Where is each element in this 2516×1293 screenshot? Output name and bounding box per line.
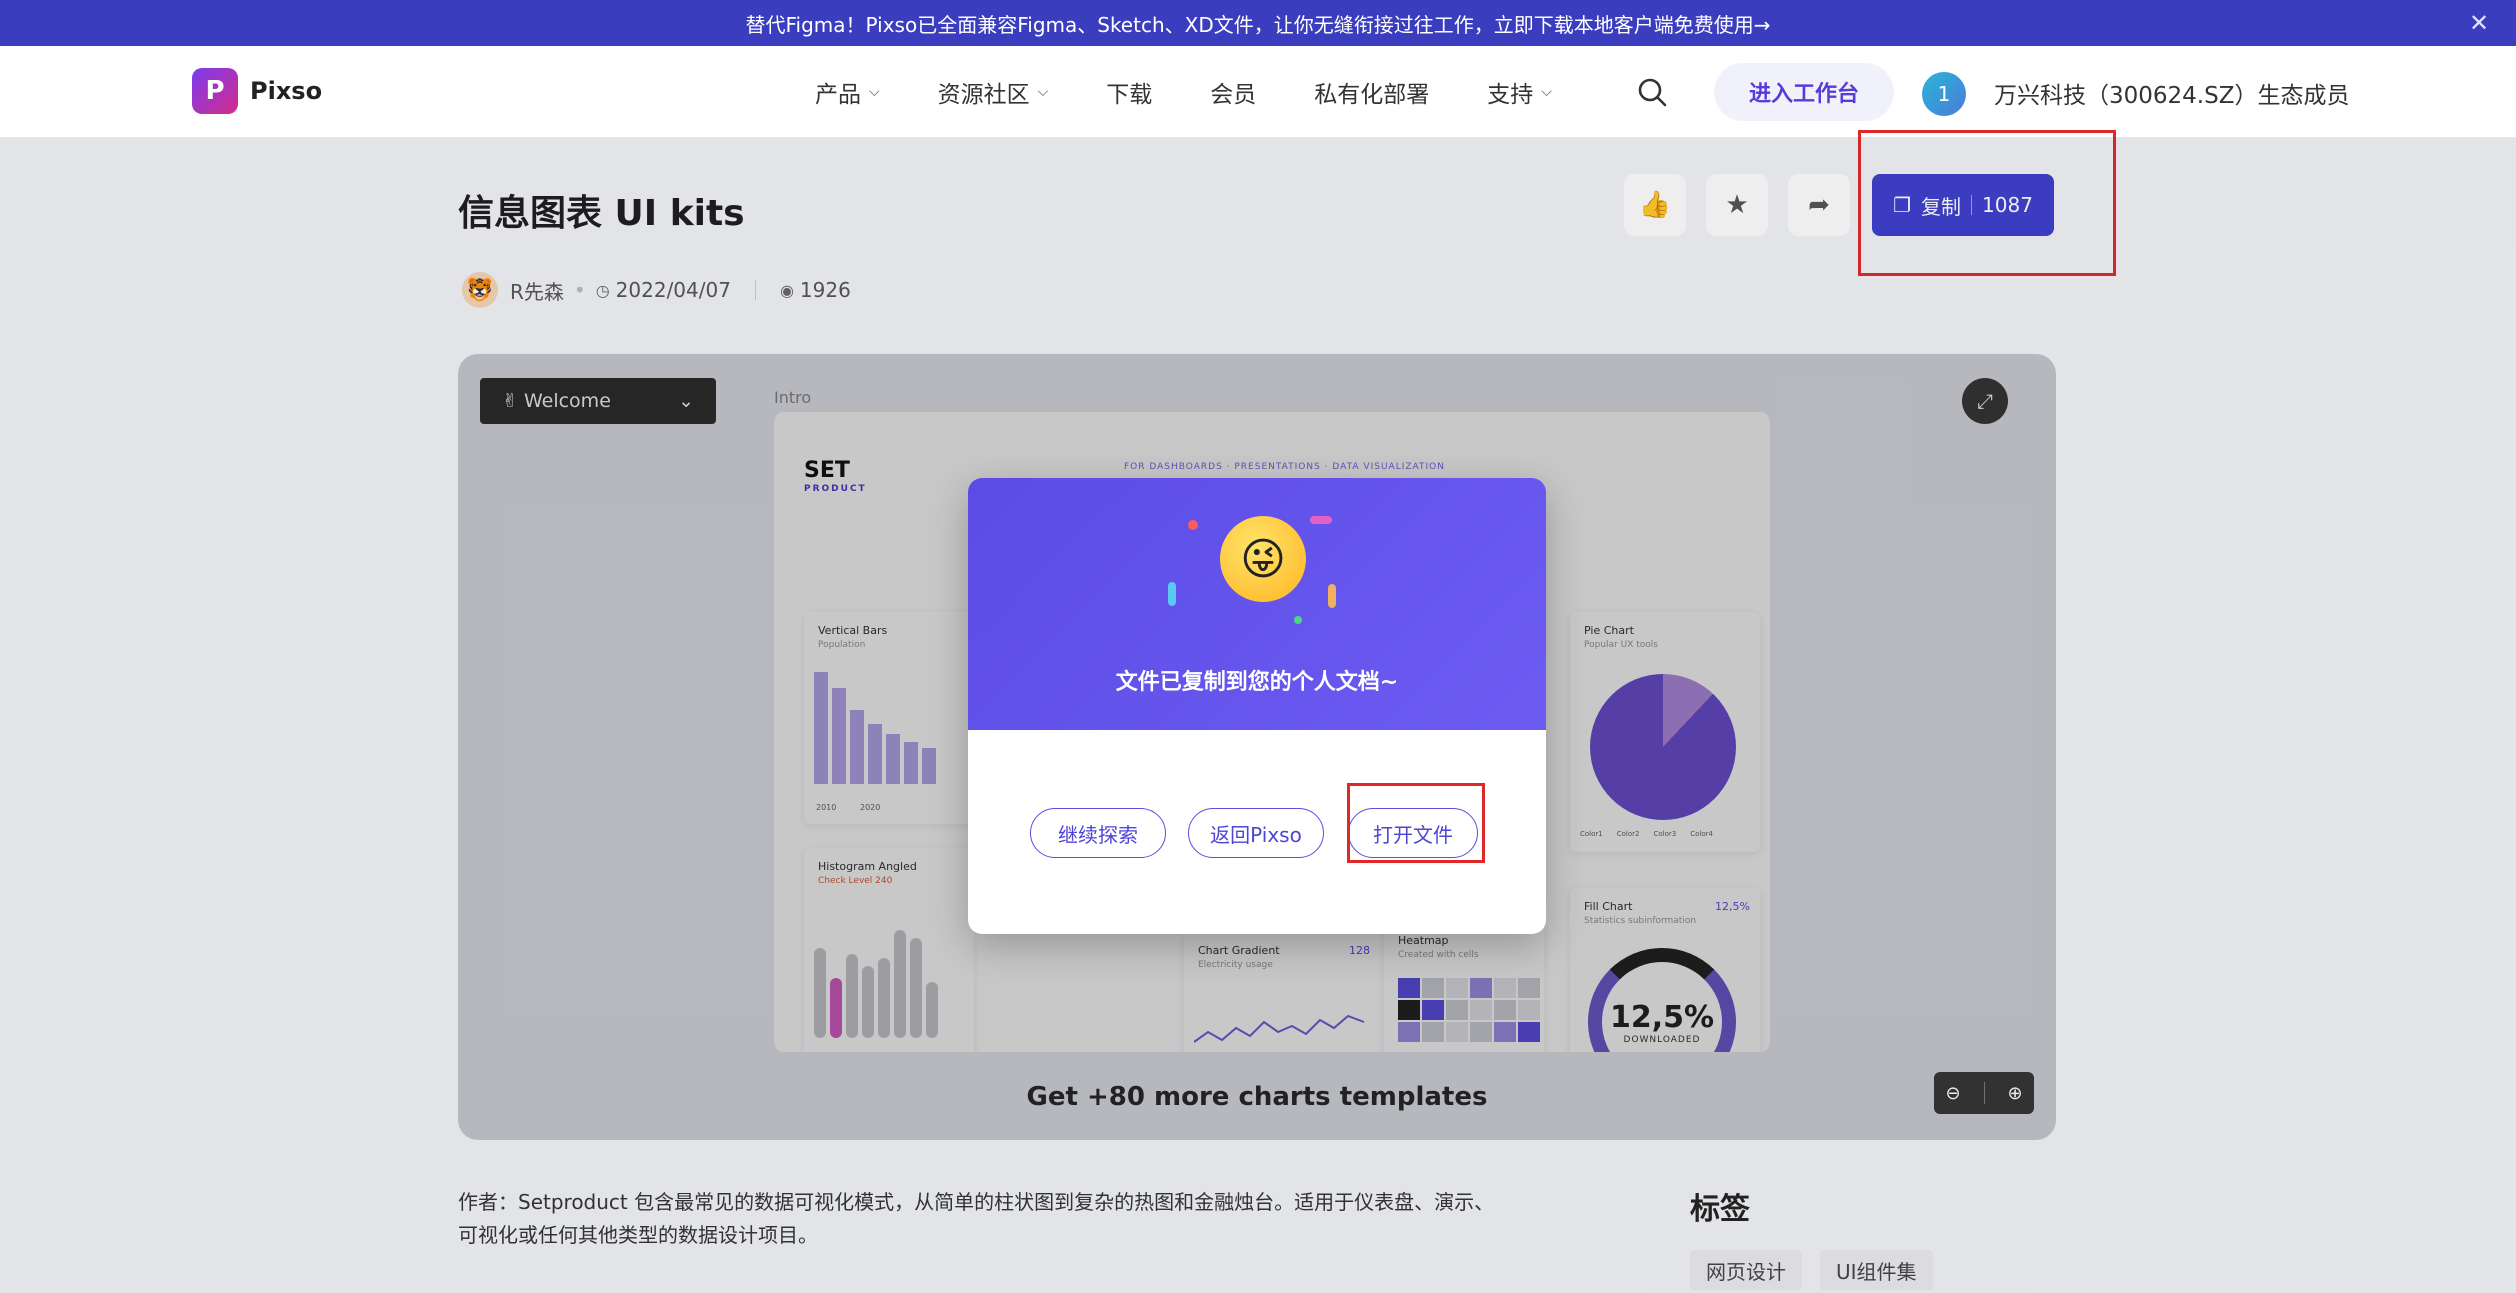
favorite-button[interactable]: ★ — [1706, 174, 1768, 236]
zoom-controls: ⊖ ⊕ — [1934, 1072, 2034, 1114]
wink-emoji-icon: 😜 — [1220, 516, 1306, 602]
nav-item-membership[interactable]: 会员 — [1210, 75, 1256, 109]
tags-title: 标签 — [1690, 1192, 1750, 1227]
zoom-out-icon[interactable]: ⊖ — [1945, 1083, 1960, 1104]
nav-item-community[interactable]: 资源社区 ⌵ — [938, 75, 1049, 109]
search-icon[interactable] — [1636, 76, 1668, 108]
divider — [754, 280, 756, 300]
chevron-down-icon: ⌵ — [1037, 84, 1049, 100]
tag-item[interactable]: UI组件集 — [1820, 1250, 1933, 1290]
main-nav: 产品 ⌵ 资源社区 ⌵ 下载 会员 私有化部署 支持 ⌵ — [815, 46, 1610, 138]
chevron-down-icon: ⌵ — [1541, 84, 1552, 100]
separator-dot: • — [573, 278, 586, 302]
continue-explore-button[interactable]: 继续探索 — [1030, 808, 1166, 858]
close-icon[interactable]: ✕ — [2464, 8, 2494, 38]
pixso-logo-icon: P — [192, 68, 238, 114]
eye-icon: ◉ — [779, 280, 794, 300]
user-avatar[interactable]: 1 — [1922, 72, 1966, 116]
zoom-in-icon[interactable]: ⊕ — [2007, 1083, 2022, 1104]
chevron-down-icon: ⌵ — [869, 84, 880, 100]
author-name[interactable]: R先森 — [510, 276, 564, 305]
nav-item-product[interactable]: 产品 ⌵ — [815, 75, 880, 109]
confetti — [1188, 520, 1198, 530]
nav-label: 会员 — [1210, 82, 1257, 108]
star-icon: ★ — [1725, 190, 1749, 220]
logo[interactable]: P Pixso — [192, 68, 322, 114]
tag-item[interactable]: 网页设计 — [1690, 1250, 1802, 1290]
nav-label: 产品 — [815, 82, 861, 108]
file-description: 作者：Setproduct 包含最常见的数据可视化模式，从简单的柱状图到复杂的热… — [458, 1190, 1495, 1247]
promo-banner[interactable]: 替代Figma！Pixso已全面兼容Figma、Sketch、XD文件，让你无缝… — [0, 0, 2516, 46]
preview-caption: Get +80 more charts templates — [1026, 1082, 1488, 1112]
logo-text: Pixso — [250, 77, 323, 105]
highlight-box-open-file — [1347, 783, 1485, 863]
file-meta: 🐯 R先森 • ◷ 2022/04/07 ◉ 1926 — [462, 272, 851, 308]
nav-item-support[interactable]: 支持 ⌵ — [1487, 75, 1552, 109]
share-icon: ➦ — [1808, 190, 1830, 220]
clock-icon: ◷ — [595, 280, 610, 300]
nav-label: 私有化部署 — [1314, 82, 1430, 108]
modal-message: 文件已复制到您的个人文档~ — [1115, 670, 1399, 695]
thumbs-up-icon: 👍 — [1638, 190, 1672, 220]
site-header: P Pixso 产品 ⌵ 资源社区 ⌵ 下载 会员 私有化部署 支持 ⌵ 进入工作台 … — [0, 46, 2516, 138]
nav-item-download[interactable]: 下载 — [1106, 75, 1152, 109]
view-count: 1926 — [799, 278, 851, 302]
publish-date: 2022/04/07 — [615, 278, 731, 302]
page-title: 信息图表 UI kits — [458, 193, 745, 234]
confetti — [1310, 516, 1332, 524]
promo-banner-text[interactable]: 替代Figma！Pixso已全面兼容Figma、Sketch、XD文件，让你无缝… — [746, 9, 1771, 38]
nav-item-private-deploy[interactable]: 私有化部署 — [1314, 75, 1429, 109]
nav-label: 下载 — [1106, 82, 1153, 108]
confetti — [1168, 582, 1176, 606]
confetti — [1328, 584, 1336, 608]
copy-success-modal: 😜 文件已复制到您的个人文档~ 继续探索 返回Pixso 打开文件 — [968, 478, 1546, 934]
confetti — [1294, 616, 1302, 624]
author-avatar[interactable]: 🐯 — [462, 272, 498, 308]
enter-workspace-button[interactable]: 进入工作台 — [1714, 63, 1894, 121]
modal-header: 😜 文件已复制到您的个人文档~ — [968, 478, 1546, 730]
back-to-pixso-button[interactable]: 返回Pixso — [1188, 808, 1324, 858]
like-button[interactable]: 👍 — [1624, 174, 1686, 236]
nav-label: 资源社区 — [937, 82, 1030, 108]
highlight-box-copy — [1858, 130, 2116, 276]
divider — [1983, 1082, 1985, 1104]
share-button[interactable]: ➦ — [1788, 174, 1850, 236]
partner-text[interactable]: 万兴科技（300624.SZ）生态成员 — [1994, 76, 2349, 110]
nav-label: 支持 — [1487, 82, 1534, 108]
